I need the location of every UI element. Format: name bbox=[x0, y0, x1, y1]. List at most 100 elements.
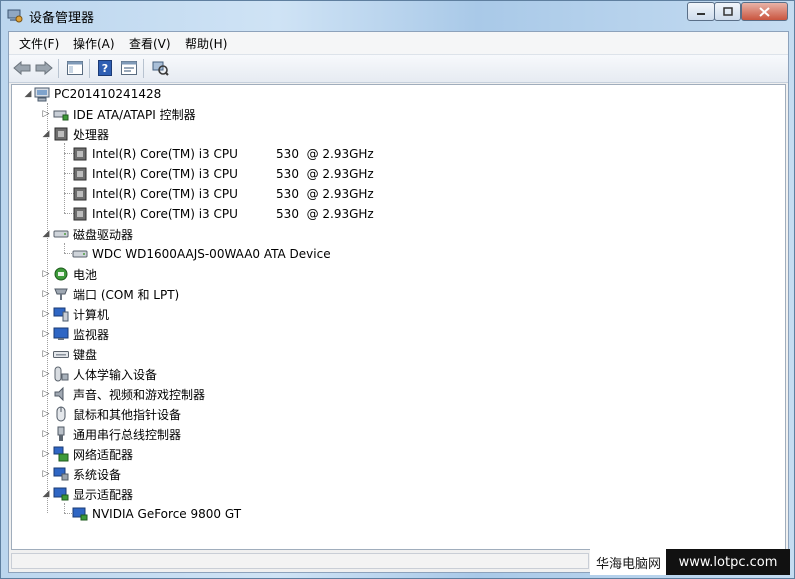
disk-drive-icon bbox=[72, 250, 88, 258]
title-bar[interactable]: 设备管理器 bbox=[1, 1, 794, 31]
tree-node-sound-video-game[interactable]: 声音、视频和游戏控制器 bbox=[53, 385, 205, 403]
tree-node-cpu[interactable]: Intel(R) Core(TM) i3 CPU 530 @ 2.93GHz bbox=[72, 205, 374, 223]
processor-icon bbox=[73, 167, 87, 181]
processor-icon bbox=[73, 187, 87, 201]
close-button[interactable] bbox=[741, 2, 788, 21]
expand-arrow-icon[interactable]: ▷ bbox=[41, 409, 51, 419]
tree-node-usb-controllers[interactable]: 通用串行总线控制器 bbox=[53, 425, 181, 443]
device-tree[interactable]: ◢ PC201410241428 ▷ IDE ATA/ATAPI 控制器 ◢ 处… bbox=[11, 84, 786, 550]
expand-arrow-icon[interactable]: ▷ bbox=[41, 309, 51, 319]
tree-node-label: 人体学输入设备 bbox=[73, 367, 158, 382]
collapse-arrow-icon[interactable]: ◢ bbox=[23, 89, 33, 99]
network-adapter-icon bbox=[53, 446, 69, 462]
toolbar: ? bbox=[9, 55, 788, 83]
tree-node-ide-controllers[interactable]: IDE ATA/ATAPI 控制器 bbox=[53, 105, 196, 123]
tree-node-label: 处理器 bbox=[73, 127, 110, 142]
tree-node-disk[interactable]: WDC WD1600AAJS-00WAA0 ATA Device bbox=[72, 245, 331, 263]
tree-node-label: WDC WD1600AAJS-00WAA0 ATA Device bbox=[92, 247, 331, 261]
scan-hardware-changes-button[interactable] bbox=[150, 59, 170, 77]
tree-node-hid[interactable]: 人体学输入设备 bbox=[53, 365, 157, 383]
system-device-icon bbox=[53, 467, 69, 481]
expand-arrow-icon[interactable]: ▷ bbox=[41, 369, 51, 379]
tree-node-processors[interactable]: 处理器 bbox=[53, 125, 109, 143]
expand-arrow-icon[interactable]: ▷ bbox=[41, 329, 51, 339]
speaker-icon bbox=[54, 386, 64, 402]
tree-node-computer[interactable]: 计算机 bbox=[53, 305, 109, 323]
menu-help[interactable]: 帮助(H) bbox=[185, 35, 227, 52]
tree-connector bbox=[64, 503, 65, 513]
tree-node-monitors[interactable]: 监视器 bbox=[53, 325, 109, 343]
expand-arrow-icon[interactable]: ▷ bbox=[41, 449, 51, 459]
tree-node-label: Intel(R) Core(TM) i3 CPU 530 @ 2.93GHz bbox=[92, 147, 374, 161]
tree-node-keyboards[interactable]: 键盘 bbox=[53, 345, 97, 363]
keyboard-icon bbox=[53, 351, 69, 358]
tree-node-label: NVIDIA GeForce 9800 GT bbox=[92, 507, 242, 521]
menu-file[interactable]: 文件(F) bbox=[19, 35, 59, 52]
toolbar-separator bbox=[58, 59, 59, 78]
tree-node-root[interactable]: PC201410241428 bbox=[34, 85, 161, 103]
expand-arrow-icon[interactable]: ▷ bbox=[41, 349, 51, 359]
tree-node-disk-drives[interactable]: 磁盘驱动器 bbox=[53, 225, 133, 243]
tree-node-network-adapters[interactable]: 网络适配器 bbox=[53, 445, 133, 463]
tree-node-mice[interactable]: 鼠标和其他指针设备 bbox=[53, 405, 181, 423]
show-hide-console-tree-button[interactable] bbox=[65, 59, 85, 77]
display-adapter-icon bbox=[53, 487, 69, 501]
expand-arrow-icon[interactable]: ▷ bbox=[41, 429, 51, 439]
minimize-button[interactable] bbox=[687, 2, 715, 21]
properties-button[interactable] bbox=[119, 59, 139, 77]
scan-hardware-icon bbox=[152, 61, 169, 76]
expand-arrow-icon[interactable]: ▷ bbox=[41, 389, 51, 399]
processor-icon bbox=[54, 127, 68, 141]
tree-node-label: 声音、视频和游戏控制器 bbox=[73, 387, 206, 402]
maximize-button[interactable] bbox=[714, 2, 741, 21]
human-interface-device-icon bbox=[54, 366, 69, 382]
console-tree-icon bbox=[67, 61, 83, 75]
tree-node-label: 键盘 bbox=[73, 347, 98, 362]
tree-node-label: 监视器 bbox=[73, 327, 110, 342]
computer-icon bbox=[34, 87, 50, 102]
tree-node-battery[interactable]: 电池 bbox=[53, 265, 97, 283]
expand-arrow-icon[interactable]: ▷ bbox=[41, 269, 51, 279]
tree-node-ports[interactable]: 端口 (COM 和 LPT) bbox=[53, 285, 179, 303]
tree-node-label: IDE ATA/ATAPI 控制器 bbox=[73, 107, 196, 122]
expand-arrow-icon[interactable]: ▷ bbox=[41, 289, 51, 299]
processor-icon bbox=[73, 207, 87, 221]
status-pane-main bbox=[11, 553, 589, 569]
collapse-arrow-icon[interactable]: ◢ bbox=[41, 229, 51, 239]
tree-node-cpu[interactable]: Intel(R) Core(TM) i3 CPU 530 @ 2.93GHz bbox=[72, 185, 374, 203]
tree-node-display-adapters[interactable]: 显示适配器 bbox=[53, 485, 133, 503]
watermark-site-name: 华海电脑网 bbox=[590, 549, 668, 575]
tree-node-label: Intel(R) Core(TM) i3 CPU 530 @ 2.93GHz bbox=[92, 207, 374, 221]
display-adapter-icon bbox=[72, 507, 88, 521]
back-button[interactable] bbox=[12, 59, 32, 77]
minimize-icon bbox=[697, 12, 705, 15]
tree-node-gpu[interactable]: NVIDIA GeForce 9800 GT bbox=[72, 505, 241, 523]
processor-icon bbox=[73, 147, 87, 161]
tree-node-label: 网络适配器 bbox=[73, 447, 134, 462]
expand-arrow-icon[interactable]: ▷ bbox=[41, 469, 51, 479]
mouse-icon bbox=[56, 406, 66, 422]
tree-node-label: 通用串行总线控制器 bbox=[73, 427, 182, 442]
help-button[interactable]: ? bbox=[95, 59, 115, 77]
menu-view[interactable]: 查看(V) bbox=[129, 35, 171, 52]
window-title: 设备管理器 bbox=[29, 11, 95, 26]
tree-node-cpu[interactable]: Intel(R) Core(TM) i3 CPU 530 @ 2.93GHz bbox=[72, 145, 374, 163]
tree-node-label: 磁盘驱动器 bbox=[73, 227, 134, 242]
tree-node-cpu[interactable]: Intel(R) Core(TM) i3 CPU 530 @ 2.93GHz bbox=[72, 165, 374, 183]
tree-node-label: 电池 bbox=[73, 267, 98, 282]
tree-node-label: 鼠标和其他指针设备 bbox=[73, 407, 182, 422]
menu-action[interactable]: 操作(A) bbox=[73, 35, 115, 52]
svg-text:?: ? bbox=[102, 62, 108, 75]
usb-icon bbox=[57, 426, 65, 441]
tree-node-system-devices[interactable]: 系统设备 bbox=[53, 465, 121, 483]
forward-button[interactable] bbox=[34, 59, 54, 77]
collapse-arrow-icon[interactable]: ◢ bbox=[41, 129, 51, 139]
expand-arrow-icon[interactable]: ▷ bbox=[41, 109, 51, 119]
tree-connector bbox=[64, 243, 65, 253]
back-arrow-icon bbox=[13, 61, 31, 75]
collapse-arrow-icon[interactable]: ◢ bbox=[41, 489, 51, 499]
properties-icon bbox=[121, 61, 137, 75]
battery-icon bbox=[54, 267, 68, 281]
tree-node-label: Intel(R) Core(TM) i3 CPU 530 @ 2.93GHz bbox=[92, 187, 374, 201]
toolbar-separator bbox=[143, 59, 144, 78]
